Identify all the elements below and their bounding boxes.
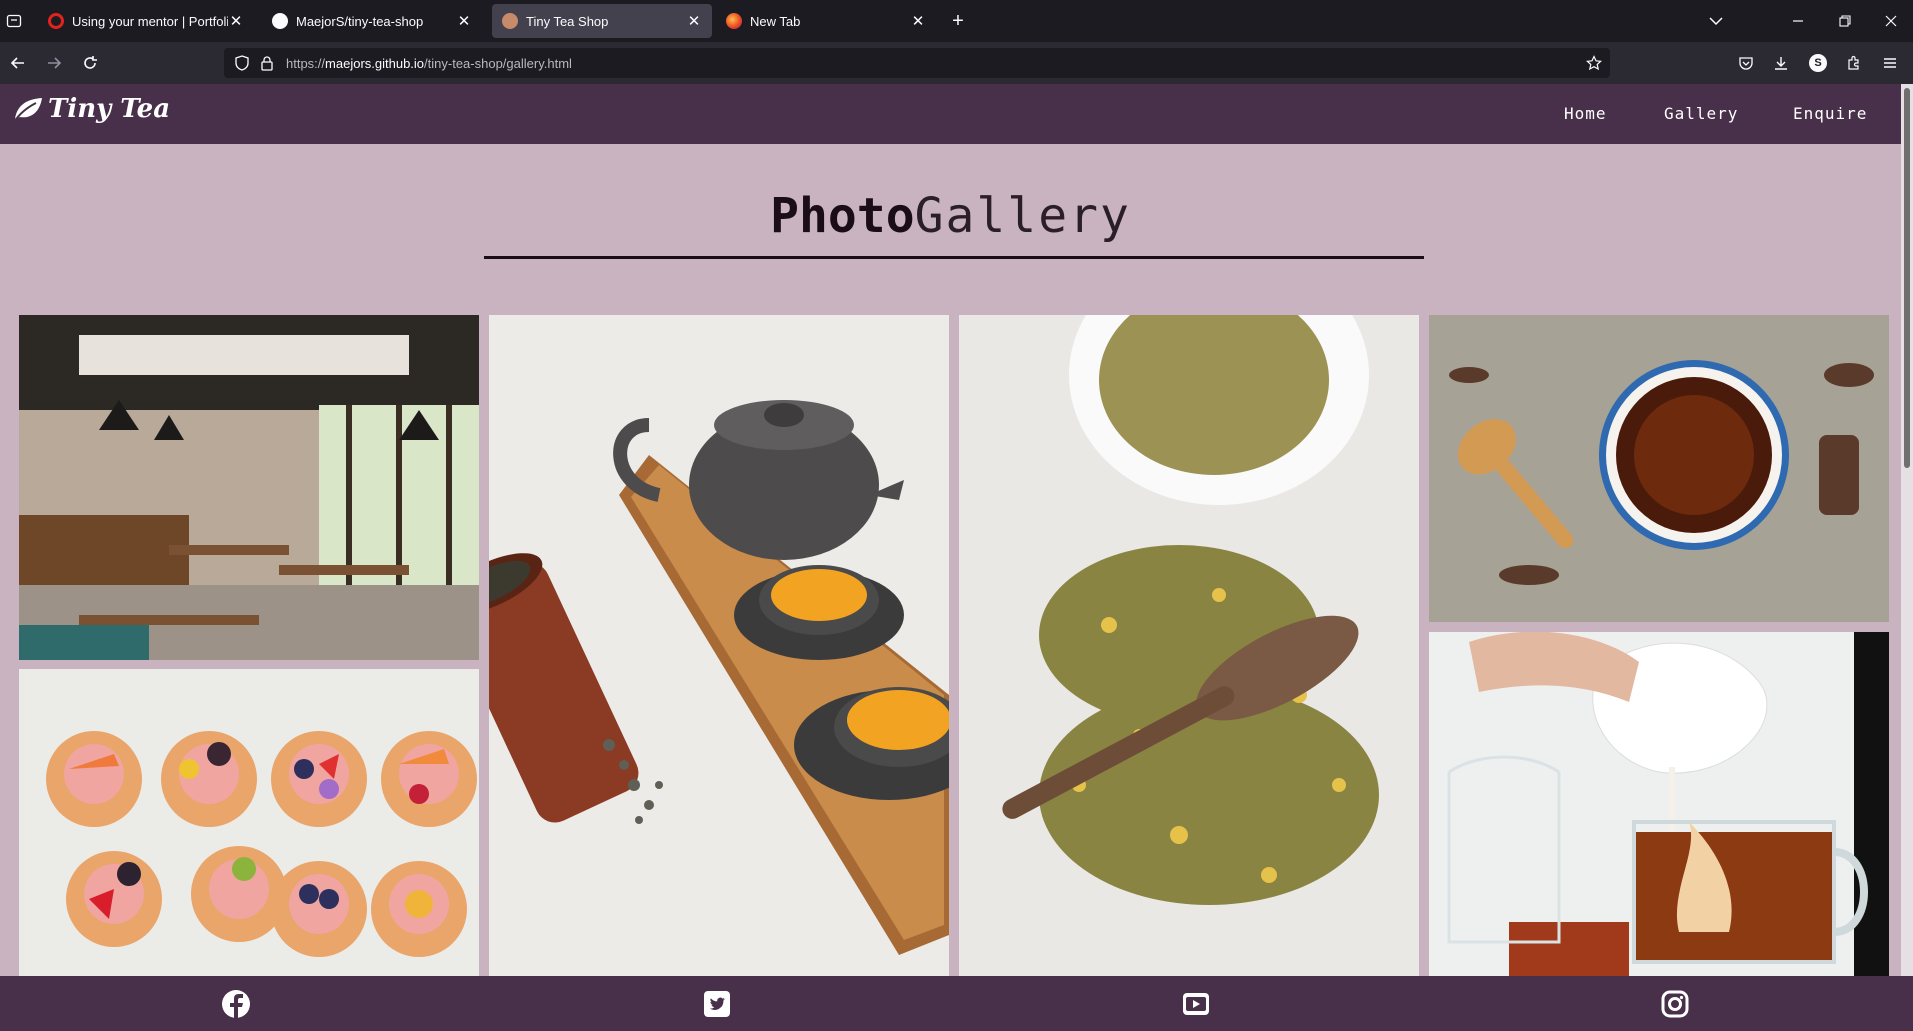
opera-icon — [48, 13, 64, 29]
scrollbar-thumb[interactable] — [1904, 88, 1910, 468]
site-footer — [0, 976, 1913, 1031]
tea-icon — [502, 13, 518, 29]
tea-cup-photo — [1429, 315, 1889, 622]
minimize-icon[interactable] — [1784, 7, 1812, 35]
leaf-icon — [13, 98, 42, 123]
nav-gallery[interactable]: Gallery — [1664, 104, 1738, 123]
teapot-tray-photo — [489, 315, 949, 976]
title-divider — [484, 256, 1424, 259]
close-icon[interactable]: ✕ — [686, 12, 702, 30]
cafe-interior-photo — [19, 315, 479, 660]
tab-bar: Using your mentor | Portfolio 1 ✕ Maejor… — [0, 0, 1913, 42]
close-icon[interactable]: ✕ — [910, 12, 926, 30]
address-bar[interactable]: https://maejors.github.io/tiny-tea-shop/… — [224, 48, 1610, 78]
tab-tiny-tea-shop[interactable]: Tiny Tea Shop ✕ — [492, 4, 712, 38]
tab-mentor[interactable]: Using your mentor | Portfolio 1 ✕ — [38, 4, 254, 38]
herbal-tea-spoon-photo — [959, 315, 1419, 976]
bookmark-star-icon[interactable] — [1586, 55, 1602, 74]
fruit-tarts-photo — [19, 669, 479, 976]
new-tab-icon[interactable]: + — [944, 7, 972, 35]
close-window-icon[interactable] — [1877, 7, 1905, 35]
tab-new-tab[interactable]: New Tab ✕ — [716, 4, 936, 38]
page-scrollbar[interactable] — [1901, 84, 1913, 1031]
forward-icon[interactable] — [40, 49, 68, 77]
twitter-icon[interactable] — [702, 989, 732, 1019]
nav-home[interactable]: Home — [1564, 104, 1607, 123]
restore-icon[interactable] — [1831, 7, 1859, 35]
page-title: PhotoGallery — [770, 188, 1131, 244]
site-header: Tiny Tea Home Gallery Enquire — [0, 84, 1901, 144]
pocket-icon[interactable] — [1732, 49, 1760, 77]
tab-github[interactable]: MaejorS/tiny-tea-shop ✕ — [262, 4, 482, 38]
shield-icon[interactable] — [234, 55, 250, 74]
instagram-icon[interactable] — [1660, 989, 1690, 1019]
close-icon[interactable]: ✕ — [456, 12, 472, 30]
firefox-icon — [726, 13, 742, 29]
lock-icon[interactable] — [260, 55, 274, 74]
tab-list-icon[interactable] — [0, 7, 28, 35]
downloads-icon[interactable] — [1767, 49, 1795, 77]
close-icon[interactable]: ✕ — [228, 12, 244, 30]
reload-icon[interactable] — [76, 49, 104, 77]
menu-icon[interactable] — [1876, 49, 1904, 77]
nav-enquire[interactable]: Enquire — [1793, 104, 1867, 123]
github-icon — [272, 13, 288, 29]
youtube-icon[interactable] — [1181, 989, 1211, 1019]
milk-tea-pour-photo — [1429, 632, 1889, 976]
url-text[interactable]: https://maejors.github.io/tiny-tea-shop/… — [286, 56, 572, 71]
extensions-icon[interactable] — [1840, 49, 1868, 77]
facebook-icon[interactable] — [221, 989, 251, 1019]
page-viewport: Tiny Tea Home Gallery Enquire PhotoGalle… — [0, 84, 1913, 1031]
back-icon[interactable] — [4, 49, 32, 77]
logo-link[interactable]: Tiny Tea — [12, 94, 170, 124]
list-all-tabs-icon[interactable] — [1702, 7, 1730, 35]
logo-text: Tiny Tea — [48, 94, 171, 124]
account-avatar[interactable]: S — [1804, 49, 1832, 77]
